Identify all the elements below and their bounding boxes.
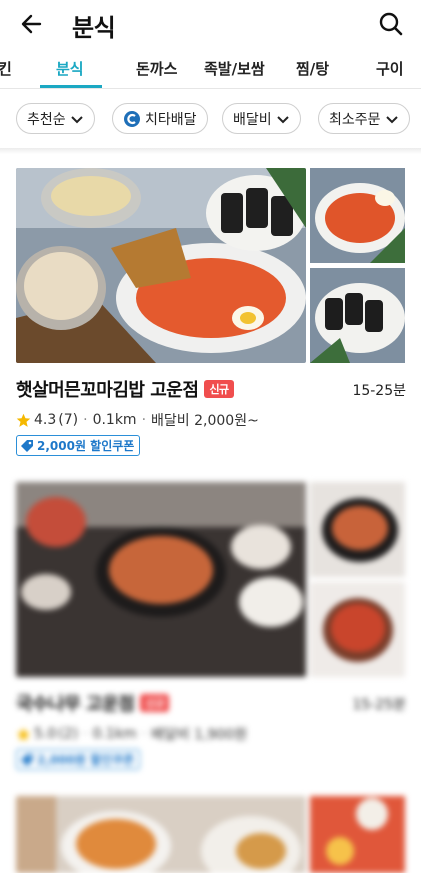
new-badge: 신규: [204, 380, 234, 398]
store-side-photo: [310, 482, 405, 577]
store-name-text: 국수나무 고운점: [16, 694, 135, 715]
store-card[interactable]: [16, 796, 406, 873]
store-card[interactable]: 국수나무 고운점 신규 15-25분 5.0 (2) · 0.1km · 배달비 …: [16, 482, 406, 774]
tag-icon: [21, 439, 33, 452]
chevron-down-icon: [385, 115, 398, 123]
coupon-text: 2,000원 할인쿠폰: [37, 753, 135, 767]
chip-label: 치타배달: [145, 111, 197, 128]
chevron-down-icon: [276, 115, 289, 123]
delivery-fee: 배달비 2,000원~: [151, 413, 259, 429]
store-card[interactable]: 햇살머믄꼬마김밥 고운점 신규 15-25분 4.3 (7) · 0.1km · …: [16, 168, 406, 460]
coupon-text: 2,000원 할인쿠폰: [37, 439, 135, 453]
separator: ·: [141, 412, 147, 428]
review-count: (2): [58, 726, 79, 742]
separator: ·: [83, 412, 88, 428]
store-name-text: 햇살머믄꼬마김밥 고운점: [16, 380, 199, 401]
chip-label: 배달비: [233, 111, 272, 128]
store-side-photo: [310, 796, 405, 873]
chevron-down-icon: [70, 115, 83, 123]
back-button[interactable]: [18, 10, 46, 38]
store-side-photo: [310, 268, 405, 363]
tab-gui[interactable]: 구이: [376, 58, 404, 79]
delivery-fee: 배달비 1,900원: [151, 727, 248, 743]
tab-jokbal-bossam[interactable]: 족발/보쌈: [204, 58, 265, 79]
chip-label: 추천순: [27, 111, 66, 128]
chip-label: 최소주문: [329, 111, 381, 128]
star-icon: [16, 413, 31, 427]
store-side-photo: [310, 168, 405, 263]
tab-bunsik[interactable]: 분식: [56, 58, 84, 79]
filter-bar: 추천순 치타배달 배달비 최소주문: [0, 103, 421, 135]
store-name: 햇살머믄꼬마김밥 고운점 신규: [16, 376, 234, 402]
arrow-left-icon: [21, 14, 42, 34]
tab-chicken[interactable]: 킨: [0, 58, 12, 79]
new-badge: 신규: [140, 694, 170, 712]
separator: ·: [141, 726, 147, 742]
separator: ·: [83, 726, 88, 742]
divider: [0, 88, 421, 89]
store-main-photo: [16, 168, 306, 363]
distance: 0.1km: [92, 726, 137, 742]
category-tabs: 킨 분식 돈까스 족발/보쌈 찜/탕 구이: [0, 52, 421, 88]
search-button[interactable]: [377, 10, 405, 38]
search-icon: [379, 12, 403, 36]
store-main-photo: [16, 482, 306, 677]
review-count: (7): [58, 412, 79, 428]
store-side-photo: [310, 582, 405, 677]
page-title: 분식: [72, 14, 116, 42]
cheetah-icon: [124, 110, 140, 127]
tab-jjim-tang[interactable]: 찜/탕: [296, 58, 329, 79]
store-meta: 5.0 (2) · 0.1km · 배달비 1,900원: [16, 724, 247, 744]
header: 분식: [0, 0, 421, 48]
star-icon: [16, 727, 31, 741]
coupon-badge: 2,000원 할인쿠폰: [16, 435, 141, 456]
delivery-fee-filter-chip[interactable]: 배달비: [222, 103, 301, 134]
divider: [0, 148, 421, 154]
sort-filter-chip[interactable]: 추천순: [16, 103, 95, 134]
coupon-badge: 2,000원 할인쿠폰: [16, 749, 141, 770]
store-name: 국수나무 고운점 신규: [16, 690, 170, 716]
store-meta: 4.3 (7) · 0.1km · 배달비 2,000원~: [16, 410, 259, 430]
tab-donkatsu[interactable]: 돈까스: [136, 58, 177, 79]
cheetah-delivery-chip[interactable]: 치타배달: [112, 103, 208, 134]
rating: 4.3: [34, 412, 57, 428]
delivery-time: 15-25분: [352, 697, 406, 713]
rating: 5.0: [34, 726, 57, 742]
delivery-time: 15-25분: [352, 383, 406, 399]
distance: 0.1km: [92, 412, 137, 428]
store-main-photo: [16, 796, 306, 873]
tag-icon: [21, 753, 33, 766]
min-order-filter-chip[interactable]: 최소주문: [318, 103, 410, 134]
